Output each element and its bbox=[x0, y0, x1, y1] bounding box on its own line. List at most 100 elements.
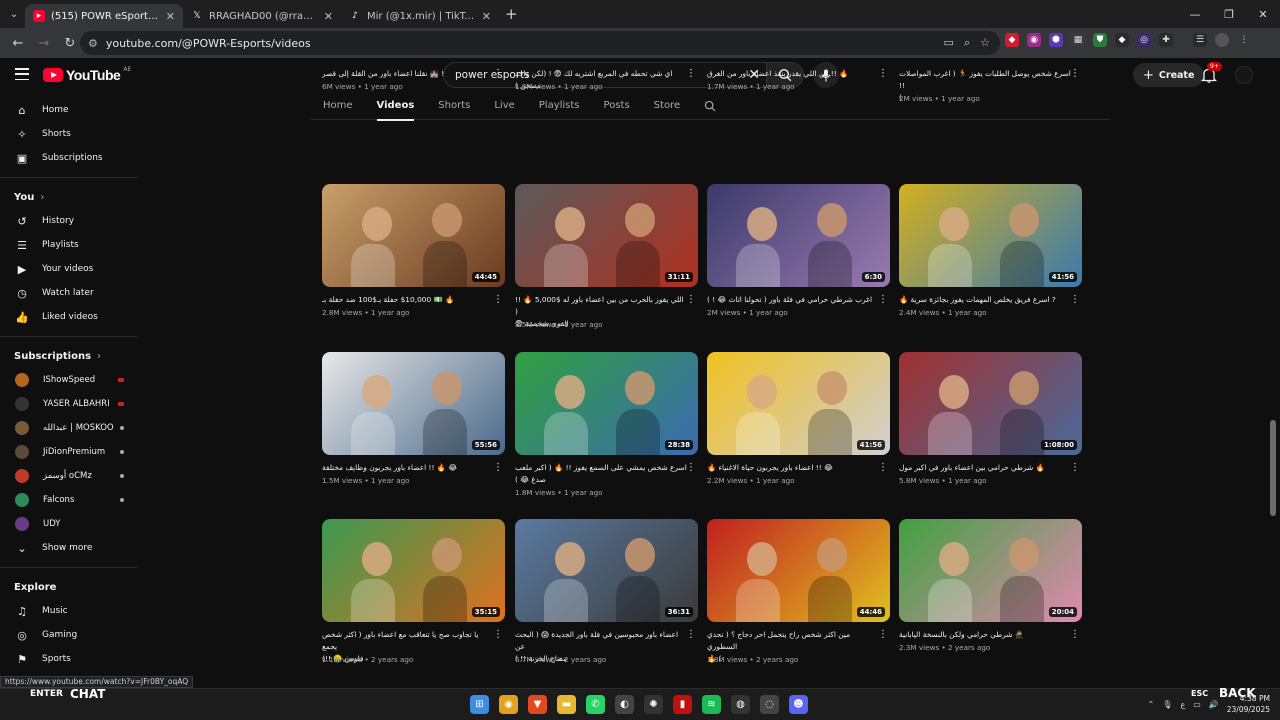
video-card[interactable]: 28:38 اسرع شخص يمشي على السمع يفوز !! 🔥 (… bbox=[515, 352, 698, 522]
sidebar-you-header[interactable]: You › bbox=[0, 185, 138, 209]
sidebar-item-watch-later[interactable]: ◷ Watch later bbox=[0, 281, 138, 305]
close-window-icon[interactable]: ✕ bbox=[1246, 0, 1280, 28]
subscription-channel[interactable]: JiDionPremium bbox=[0, 440, 138, 464]
sidebar-item-subscriptions[interactable]: ▣ Subscriptions bbox=[0, 146, 138, 170]
subscription-channel[interactable]: YASER ALBAHRI bbox=[0, 392, 138, 416]
video-title[interactable]: 🥷 شرطي حرامي ولكن بالنسخة اليابانية bbox=[899, 629, 1071, 641]
app-red-icon[interactable]: ▮ bbox=[673, 695, 692, 714]
whatsapp-icon[interactable]: ✆ bbox=[586, 695, 605, 714]
minimize-icon[interactable]: — bbox=[1178, 0, 1212, 28]
video-options-icon[interactable]: ⋮ bbox=[493, 295, 503, 305]
video-title[interactable]: 😂 🔥 !! اعضاء باور يجربون وظايف مختلفة bbox=[322, 462, 494, 474]
video-thumbnail[interactable]: 36:31 bbox=[515, 519, 698, 622]
app-icon[interactable]: ◐ bbox=[615, 695, 634, 714]
video-thumbnail[interactable]: 44:46 bbox=[707, 519, 890, 622]
browser-tab[interactable]: ▸ (515) POWR eSports | باور - You ✕ bbox=[25, 4, 183, 28]
video-options-icon[interactable]: ⋮ bbox=[1070, 463, 1080, 473]
video-card[interactable]: 6:30 اغرب شرطي حرامي في فلة باور ( تحولنا… bbox=[707, 184, 890, 354]
create-button[interactable]: + Create bbox=[1133, 63, 1205, 87]
video-thumbnail[interactable]: 6:30 bbox=[707, 184, 890, 287]
video-options-icon[interactable]: ⋮ bbox=[1070, 630, 1080, 640]
sidebar-item-music[interactable]: ♫ Music bbox=[0, 599, 138, 623]
video-options-icon[interactable]: ⋮ bbox=[878, 69, 888, 79]
video-title[interactable]: ! 🏰 نقلنا اعضاء باور من القلة إلى قصر bbox=[322, 68, 494, 80]
video-card[interactable]: 41:56 ? اسرع فريق يخلص المهمات يفوز بجائز… bbox=[899, 184, 1082, 354]
bookmark-star-icon[interactable]: ☆ bbox=[980, 36, 990, 50]
extension-eye-icon[interactable]: ◎ bbox=[1137, 33, 1151, 47]
video-title[interactable]: اسرع شخص يمشي على السمع يفوز !! 🔥 ( اكبر… bbox=[515, 462, 687, 486]
obs-icon[interactable]: ◍ bbox=[731, 695, 750, 714]
video-options-icon[interactable]: ⋮ bbox=[493, 630, 503, 640]
sidebar-item-playlists[interactable]: ☰ Playlists bbox=[0, 233, 138, 257]
extension-shield-icon[interactable]: ⬢ bbox=[1049, 33, 1063, 47]
subscription-channel[interactable]: Falcons bbox=[0, 488, 138, 512]
browser-tab[interactable]: 𝕏 RRAGHAD00 (@rraghad006) / X ✕ bbox=[183, 4, 341, 28]
video-title[interactable]: 🔥 !! من اللي يقدر ينقذ اعضاء باور من الغ… bbox=[707, 68, 879, 80]
video-options-icon[interactable]: ⋮ bbox=[878, 630, 888, 640]
brave-icon[interactable]: ▼ bbox=[528, 695, 547, 714]
video-card[interactable]: 35:15 يا تجاوب صح يا تتعاقب مع اعضاء باور… bbox=[322, 519, 505, 689]
video-card[interactable]: 20:04 🥷 شرطي حرامي ولكن بالنسخة اليابانية… bbox=[899, 519, 1082, 689]
sidebar-item-history[interactable]: ↺ History bbox=[0, 209, 138, 233]
cast-icon[interactable]: ▭ bbox=[944, 36, 954, 50]
show-more-button[interactable]: ⌄ Show more bbox=[0, 536, 138, 560]
close-tab-icon[interactable]: ✕ bbox=[482, 10, 491, 23]
extension-purple-icon[interactable]: ◉ bbox=[1027, 33, 1041, 47]
chatgpt-icon[interactable]: ✺ bbox=[644, 695, 663, 714]
tab-search-icon[interactable]: ⌄ bbox=[3, 4, 25, 24]
video-options-icon[interactable]: ⋮ bbox=[493, 463, 503, 473]
spotify-icon[interactable]: ≋ bbox=[702, 695, 721, 714]
browser-tab[interactable]: ♪ Mir (@1x.mir) | TikTok ✕ bbox=[341, 4, 499, 28]
extensions-puzzle-icon[interactable]: ✚ bbox=[1159, 33, 1173, 47]
sidebar-subscriptions-header[interactable]: Subscriptions › bbox=[0, 344, 138, 368]
extension-diamond-icon[interactable]: ◆ bbox=[1115, 33, 1129, 47]
profile-avatar[interactable] bbox=[1215, 33, 1229, 47]
volume-icon[interactable]: 🔊 bbox=[1209, 700, 1219, 709]
input-language[interactable]: ع bbox=[1180, 700, 1185, 709]
sidebar-item-gaming[interactable]: ◎ Gaming bbox=[0, 623, 138, 647]
video-card[interactable]: 41:56 😂 !! اعضاء باور يجربون حياة الاغنيا… bbox=[707, 352, 890, 522]
video-options-icon[interactable]: ⋮ bbox=[686, 630, 696, 640]
video-options-icon[interactable]: ⋮ bbox=[1070, 69, 1080, 79]
video-card[interactable]: 55:56 😂 🔥 !! اعضاء باور يجربون وظايف مختل… bbox=[322, 352, 505, 522]
windows-start-icon[interactable]: ⊞ bbox=[470, 695, 489, 714]
video-title[interactable]: 🔥 💵 $10,000 حفلة بـ$100 ضد حفلة بـ bbox=[322, 294, 494, 306]
address-input[interactable]: ⚙ youtube.com/@POWR-Esports/videos ▭ ⌕ ☆ bbox=[80, 31, 1000, 55]
video-options-icon[interactable]: ⋮ bbox=[493, 69, 503, 79]
video-thumbnail[interactable]: 41:56 bbox=[899, 184, 1082, 287]
reading-list-icon[interactable]: ☰ bbox=[1193, 33, 1207, 47]
video-card[interactable]: 44:46 مين اكثر شخص راح يتحمل احر دجاج ؟ (… bbox=[707, 519, 890, 689]
close-tab-icon[interactable]: ✕ bbox=[166, 10, 175, 23]
browser-menu-icon[interactable]: ⋮ bbox=[1237, 33, 1251, 47]
youtube-logo[interactable]: YouTube AE bbox=[43, 66, 131, 83]
video-options-icon[interactable]: ⋮ bbox=[878, 295, 888, 305]
video-thumbnail[interactable]: 41:56 bbox=[707, 352, 890, 455]
video-options-icon[interactable]: ⋮ bbox=[878, 463, 888, 473]
video-title[interactable]: اغرب شرطي حرامي في فلة باور ( تحولنا اثا… bbox=[707, 294, 879, 306]
video-thumbnail[interactable]: 44:45 bbox=[322, 184, 505, 287]
video-card[interactable]: 44:45 🔥 💵 $10,000 حفلة بـ$100 ضد حفلة بـ 2… bbox=[322, 184, 505, 354]
sidebar-item-shorts[interactable]: ✧ Shorts bbox=[0, 122, 138, 146]
video-thumbnail[interactable]: 55:56 bbox=[322, 352, 505, 455]
page-scrollbar[interactable] bbox=[1270, 420, 1276, 516]
video-thumbnail[interactable]: 35:15 bbox=[322, 519, 505, 622]
chrome-icon[interactable]: ◉ bbox=[499, 695, 518, 714]
tray-chevron-up-icon[interactable]: ⌃ bbox=[1148, 700, 1155, 709]
sidebar-item-home[interactable]: ⌂ Home bbox=[0, 98, 138, 122]
subscription-channel[interactable]: IShowSpeed bbox=[0, 368, 138, 392]
system-clock[interactable]: 4:38 PM 23/09/2025 bbox=[1227, 693, 1270, 715]
maximize-icon[interactable]: ❐ bbox=[1212, 0, 1246, 28]
discord-icon[interactable]: ☻ bbox=[789, 695, 808, 714]
video-thumbnail[interactable]: 1:08:00 bbox=[899, 352, 1082, 455]
forward-icon[interactable]: → bbox=[32, 31, 56, 55]
subscription-channel[interactable]: عبدالله | MOSKOO bbox=[0, 416, 138, 440]
subscription-channel[interactable]: UDY bbox=[0, 512, 138, 536]
subscription-channel[interactable]: أوسمز oCMz bbox=[0, 464, 138, 488]
network-icon[interactable]: ▭ bbox=[1193, 700, 1201, 709]
extension-grid-icon[interactable]: ▦ bbox=[1071, 33, 1085, 47]
sidebar-item-sports[interactable]: ⚑ Sports bbox=[0, 647, 138, 671]
new-tab-icon[interactable]: + bbox=[505, 5, 518, 23]
video-options-icon[interactable]: ⋮ bbox=[686, 69, 696, 79]
zoom-icon[interactable]: ⌕ bbox=[964, 36, 970, 50]
video-title[interactable]: ? اسرع فريق يخلص المهمات يفوز بجائزة سري… bbox=[899, 294, 1071, 306]
